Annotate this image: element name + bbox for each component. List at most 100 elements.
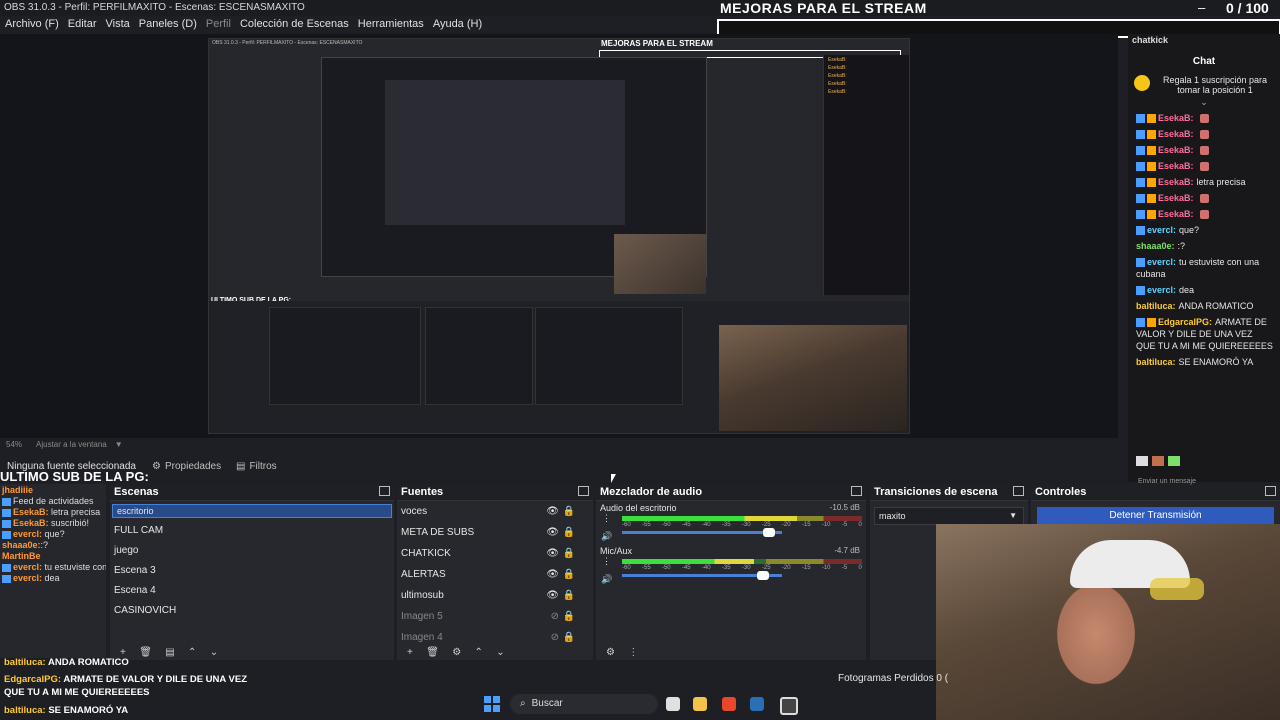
steam-icon[interactable] bbox=[750, 697, 764, 711]
eye-icon[interactable]: 👁 bbox=[546, 522, 559, 543]
chat-text: letra precisa bbox=[1196, 177, 1246, 187]
menu-coleccion-escenas[interactable]: Colección de Escenas bbox=[240, 18, 349, 30]
eye-icon[interactable]: 👁 bbox=[546, 501, 559, 522]
source-item[interactable]: CHATKICK 👁 🔒 bbox=[397, 543, 593, 564]
scene-item[interactable]: juego bbox=[110, 541, 394, 561]
lock-icon[interactable]: 🔒 bbox=[563, 522, 575, 543]
filters-button[interactable]: ▤ Filtros bbox=[236, 459, 277, 473]
eye-icon[interactable]: 👁 bbox=[546, 585, 559, 606]
menu-paneles[interactable]: Paneles (D) bbox=[139, 18, 197, 30]
chat-username[interactable]: EdgarcalPG: bbox=[1158, 317, 1212, 327]
arrow-up-icon[interactable]: ⌃ bbox=[475, 647, 483, 658]
chat-username[interactable]: EsekaB: bbox=[1158, 193, 1194, 203]
eye-icon[interactable]: 👁 bbox=[546, 543, 559, 564]
source-item[interactable]: ultimosub 👁 🔒 bbox=[397, 585, 593, 606]
scene-item[interactable]: Escena 4 bbox=[110, 581, 394, 601]
chat-input[interactable]: Enviar un mensaje bbox=[1138, 478, 1196, 485]
chat-username[interactable]: evercl: bbox=[1147, 257, 1176, 267]
emote-icon[interactable] bbox=[1152, 456, 1164, 466]
volume-slider[interactable] bbox=[622, 571, 782, 580]
gear-icon[interactable]: ⚙ bbox=[452, 647, 461, 658]
task-view-icon[interactable] bbox=[666, 697, 680, 711]
chat-username[interactable]: EsekaB: bbox=[1158, 129, 1194, 139]
zoom-level[interactable]: 54% bbox=[6, 440, 22, 449]
chevron-down-icon[interactable]: ⌄ bbox=[1128, 97, 1280, 108]
properties-button[interactable]: ⚙ Propiedades bbox=[152, 459, 221, 473]
popout-icon[interactable] bbox=[1013, 486, 1024, 496]
stop-stream-button[interactable]: Detener Transmisión bbox=[1037, 507, 1274, 525]
transition-select[interactable]: maxito ▼ bbox=[874, 507, 1024, 525]
menu-archivo[interactable]: Archivo (F) bbox=[5, 18, 59, 30]
chat-message: EsekaB: bbox=[1136, 128, 1274, 140]
emote-icon[interactable] bbox=[1168, 456, 1180, 466]
fit-window[interactable]: Ajustar a la ventana bbox=[36, 440, 107, 449]
chat-username[interactable]: EsekaB: bbox=[1158, 161, 1194, 171]
chat-username[interactable]: EsekaB: bbox=[1158, 145, 1194, 155]
volume-slider-handle[interactable] bbox=[756, 571, 769, 580]
scale-tick-label: -45 bbox=[681, 565, 691, 571]
scale-tick-label: -20 bbox=[781, 565, 791, 571]
menu-herramientas[interactable]: Herramientas bbox=[358, 18, 424, 30]
gear-icon[interactable]: ⚙ bbox=[606, 647, 615, 658]
add-icon[interactable]: + bbox=[407, 647, 413, 658]
chat-username[interactable]: EsekaB: bbox=[1158, 113, 1194, 123]
emote-icon[interactable] bbox=[1136, 456, 1148, 466]
chat-message: EdgarcalPG: ARMATE DE VALOR Y DILE DE UNA… bbox=[1136, 316, 1274, 352]
obs-icon[interactable] bbox=[780, 697, 798, 715]
taskbar-search[interactable]: ⌕ Buscar bbox=[510, 694, 658, 714]
badge-icon bbox=[1136, 178, 1145, 188]
chat-username[interactable]: evercl: bbox=[1147, 225, 1176, 235]
chat-username[interactable]: baltiluca: bbox=[1136, 357, 1176, 367]
lock-icon[interactable]: 🔒 bbox=[563, 501, 575, 522]
arrow-down-icon[interactable]: ⌄ bbox=[210, 647, 218, 658]
eye-hidden-icon[interactable]: ⊘ bbox=[551, 606, 559, 627]
minimize-icon[interactable]: – bbox=[1198, 0, 1205, 15]
chat-username[interactable]: EsekaB: bbox=[1158, 209, 1194, 219]
popout-icon[interactable] bbox=[379, 486, 390, 496]
trash-icon[interactable]: 🗑 bbox=[139, 647, 152, 658]
scale-tick-label: -45 bbox=[681, 522, 691, 528]
volume-slider[interactable] bbox=[622, 528, 782, 537]
lock-icon[interactable]: 🔒 bbox=[563, 606, 575, 627]
volume-slider-handle[interactable] bbox=[763, 528, 776, 537]
chevron-down-icon[interactable]: ▼ bbox=[115, 440, 123, 449]
menu-ayuda[interactable]: Ayuda (H) bbox=[433, 18, 482, 30]
filter-icon[interactable]: ▤ bbox=[165, 647, 174, 658]
popout-icon[interactable] bbox=[578, 486, 589, 496]
windows-start-icon[interactable] bbox=[484, 696, 500, 712]
brave-icon[interactable] bbox=[722, 697, 736, 711]
speaker-icon[interactable]: 🔊 bbox=[601, 531, 612, 542]
lock-icon[interactable]: 🔒 bbox=[563, 585, 575, 606]
eye-icon[interactable]: 👁 bbox=[546, 564, 559, 585]
folder-icon[interactable] bbox=[693, 697, 707, 711]
chat-username[interactable]: EsekaB: bbox=[1158, 177, 1194, 187]
chat-username[interactable]: evercl: bbox=[1147, 285, 1176, 295]
source-item[interactable]: voces 👁 🔒 bbox=[397, 501, 593, 522]
scene-item[interactable]: FULL CAM bbox=[110, 521, 394, 541]
coin-icon bbox=[1134, 75, 1150, 91]
goal-count: 0 / 100 bbox=[1226, 0, 1269, 16]
menu-vista[interactable]: Vista bbox=[106, 18, 130, 30]
lock-icon[interactable]: 🔒 bbox=[563, 543, 575, 564]
arrow-down-icon[interactable]: ⌄ bbox=[496, 647, 504, 658]
chat-username[interactable]: baltiluca: bbox=[1136, 301, 1176, 311]
source-item[interactable]: Imagen 5 ⊘ 🔒 bbox=[397, 606, 593, 627]
trash-icon[interactable]: 🗑 bbox=[426, 647, 439, 658]
arrow-up-icon[interactable]: ⌃ bbox=[188, 647, 196, 658]
menu-perfil[interactable]: Perfil bbox=[206, 18, 231, 30]
popout-icon[interactable] bbox=[851, 486, 862, 496]
kebab-menu-icon[interactable]: ⋮ bbox=[628, 647, 638, 658]
source-item[interactable]: META DE SUBS 👁 🔒 bbox=[397, 522, 593, 543]
scene-item[interactable]: Escena 3 bbox=[110, 561, 394, 581]
menu-editar[interactable]: Editar bbox=[68, 18, 97, 30]
chat-username[interactable]: shaaa0e: bbox=[1136, 241, 1175, 251]
scene-item[interactable]: CASINOVICH bbox=[110, 601, 394, 621]
kebab-menu-icon[interactable]: ⋮ bbox=[602, 556, 611, 567]
lock-icon[interactable]: 🔒 bbox=[563, 564, 575, 585]
kebab-menu-icon[interactable]: ⋮ bbox=[602, 513, 611, 524]
source-item[interactable]: ALERTAS 👁 🔒 bbox=[397, 564, 593, 585]
popout-icon[interactable] bbox=[1265, 486, 1276, 496]
emote-icon bbox=[1199, 162, 1209, 172]
scene-item[interactable]: escritorio bbox=[112, 504, 392, 518]
speaker-icon[interactable]: 🔊 bbox=[601, 574, 612, 585]
